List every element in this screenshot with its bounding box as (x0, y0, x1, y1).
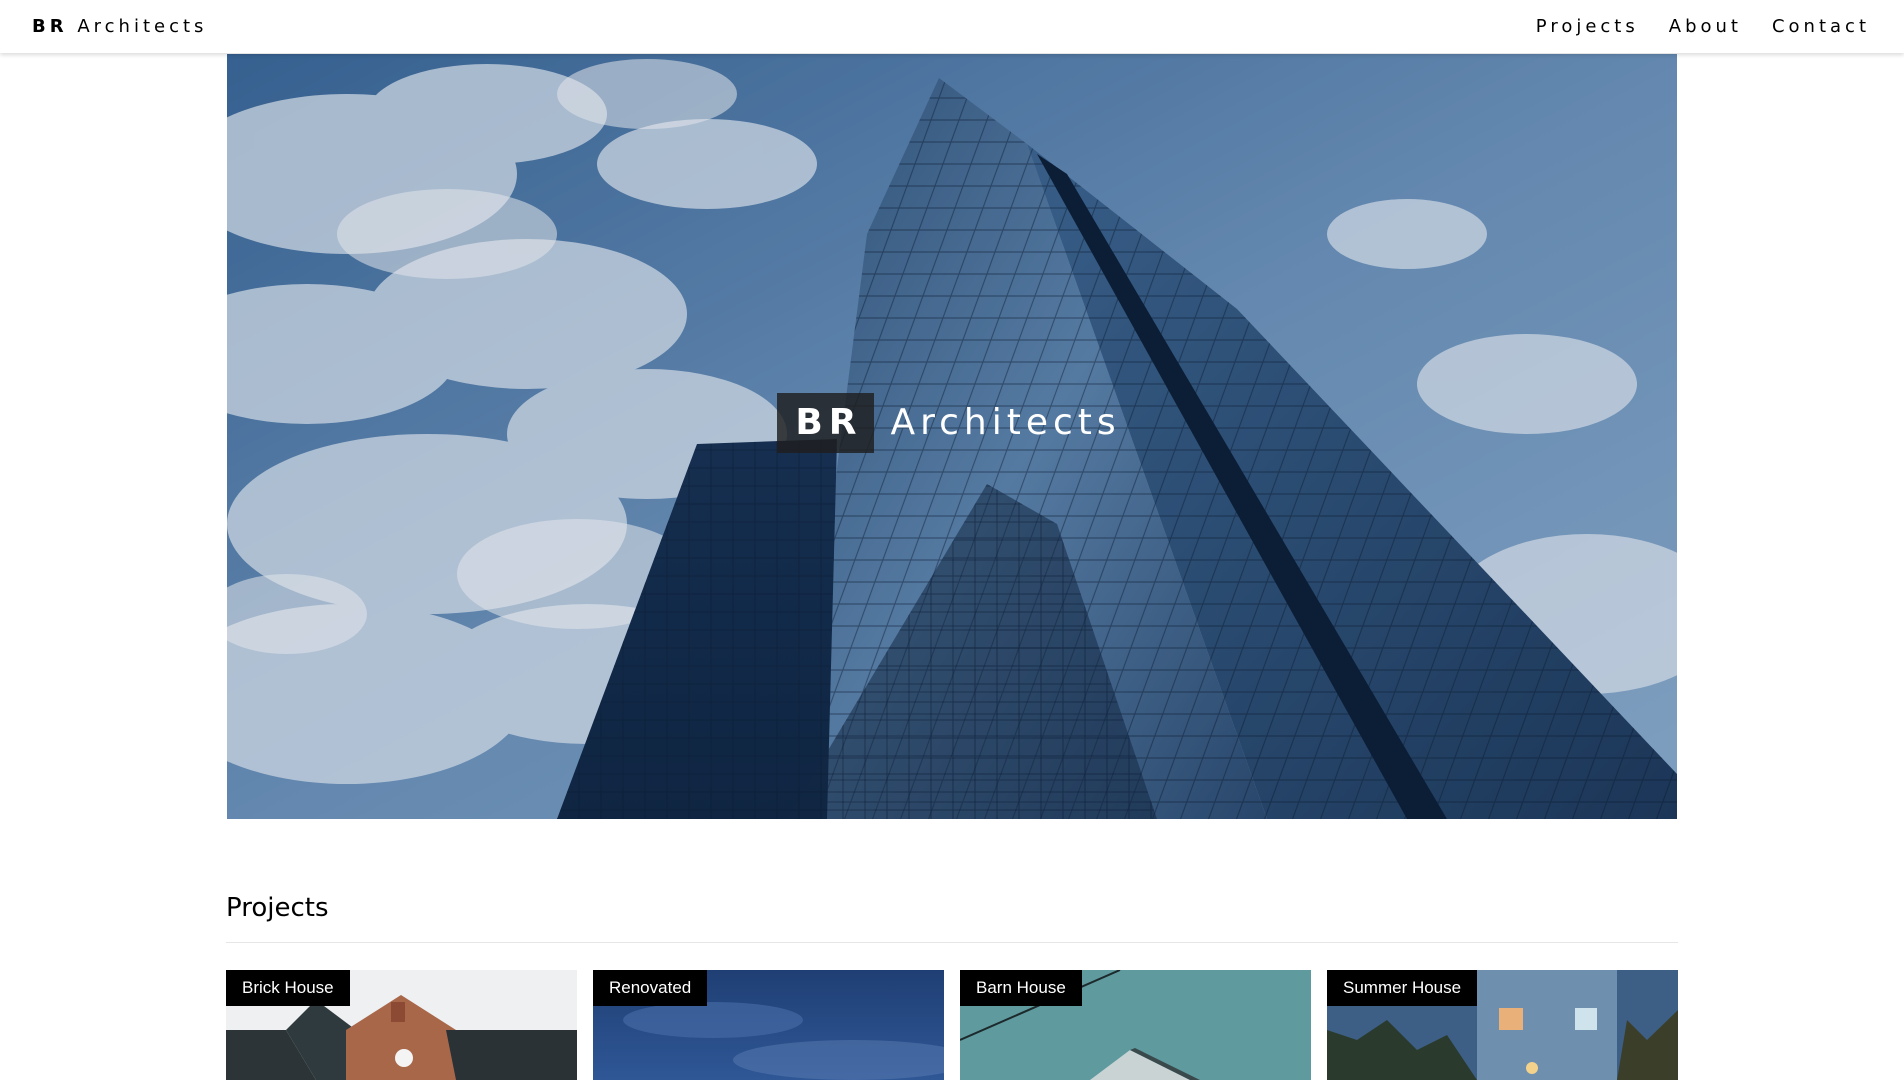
section-divider (226, 942, 1678, 943)
projects-heading: Projects (226, 893, 329, 923)
nav-link-contact[interactable]: Contact (1772, 16, 1870, 37)
nav-link-about[interactable]: About (1669, 16, 1742, 37)
project-card-label: Renovated (593, 970, 708, 1006)
project-card-brick-house[interactable]: Brick House (226, 970, 577, 1080)
hero-title-bold: BR (777, 392, 875, 453)
project-card-label: Barn House (960, 970, 1082, 1006)
project-card-barn-house[interactable]: Barn House (960, 970, 1311, 1080)
project-card-renovated[interactable]: Renovated (593, 970, 944, 1080)
brand-light-text: Architects (77, 16, 208, 37)
main-nav: Projects About Contact (1536, 0, 1870, 53)
top-navigation-bar: BR Architects Projects About Contact (0, 0, 1904, 53)
project-card-summer-house[interactable]: Summer House (1327, 970, 1678, 1080)
brand-logo-link[interactable]: BR Architects (32, 0, 207, 53)
hero-banner: BR Architects (227, 54, 1677, 819)
project-card-label: Summer House (1327, 970, 1478, 1006)
hero-title: BR Architects (227, 54, 1674, 805)
brand-bold-text: BR (32, 16, 68, 37)
hero-title-light: Architects (890, 401, 1121, 443)
nav-link-projects[interactable]: Projects (1536, 16, 1639, 37)
project-card-label: Brick House (226, 970, 350, 1006)
